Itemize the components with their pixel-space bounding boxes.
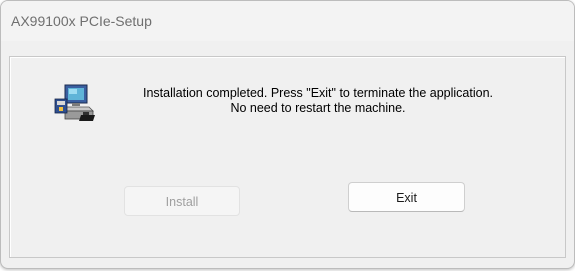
window-title: AX99100x PCIe-Setup [11,13,152,29]
computer-setup-icon [54,84,95,121]
status-message: Installation completed. Press "Exit" to … [110,86,526,116]
exit-button[interactable]: Exit [348,182,465,212]
message-line-1: Installation completed. Press "Exit" to … [142,86,494,100]
title-bar[interactable]: AX99100x PCIe-Setup [1,1,574,41]
content-panel: Installation completed. Press "Exit" to … [9,56,566,258]
message-line-2: No need to restart the machine. [230,101,406,115]
install-button[interactable]: Install [124,186,240,216]
setup-window: AX99100x PCIe-Setup Installation complet… [0,0,575,269]
